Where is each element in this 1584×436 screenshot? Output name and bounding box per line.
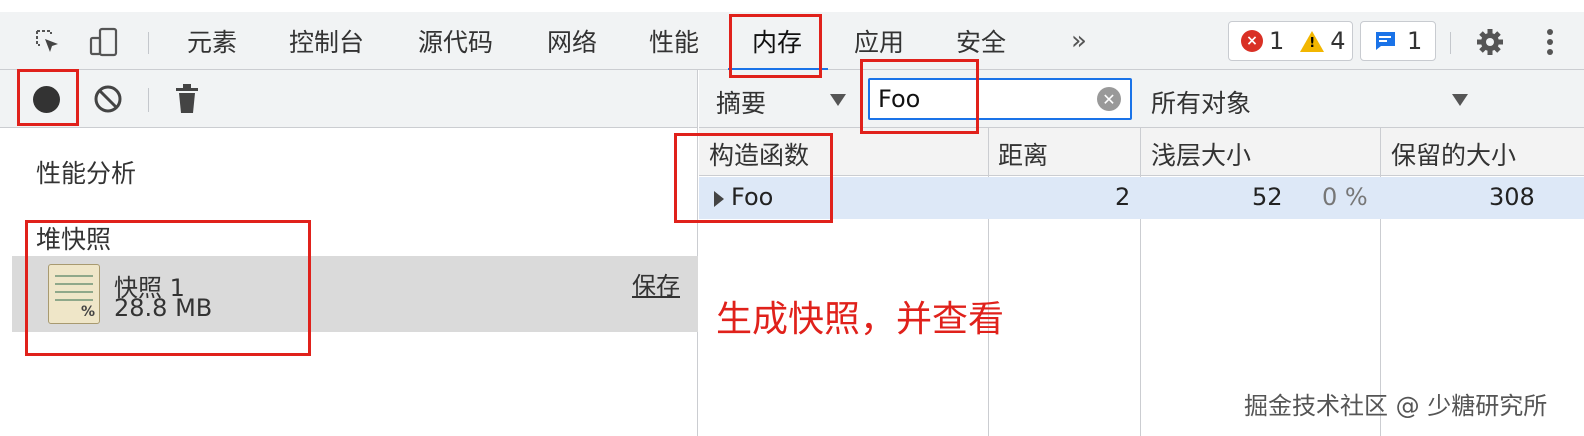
column-shallow-size[interactable]: 浅层大小	[1151, 136, 1251, 172]
column-divider	[988, 128, 989, 436]
clear-filter-icon[interactable]: ✕	[1097, 87, 1121, 111]
tab-performance[interactable]: 性能	[649, 12, 699, 70]
cell-distance: 2	[1115, 183, 1131, 211]
clear-icon[interactable]	[93, 84, 123, 118]
highlight-record-button	[17, 69, 79, 126]
column-divider	[1140, 128, 1141, 436]
annotation-text: 生成快照，并查看	[716, 299, 1005, 340]
message-icon	[1375, 32, 1395, 50]
issues-counter[interactable]: × 1 ! 4	[1228, 21, 1353, 61]
error-icon: ×	[1241, 30, 1263, 52]
watermark: 掘金技术社区 @ 少糖研究所	[1244, 392, 1548, 420]
message-count: 1	[1407, 27, 1423, 55]
cell-shallow-size: 52	[1252, 183, 1283, 211]
top-strip	[0, 0, 1584, 12]
object-filter-select[interactable]: 所有对象	[1151, 84, 1251, 120]
highlight-filter-input	[860, 59, 979, 134]
column-distance[interactable]: 距离	[998, 136, 1048, 172]
heap-snapshot-view: 摘要 ✕ 所有对象 构造函数 距离 浅层大小 保留的大小 Foo 2 52 0 …	[699, 70, 1584, 436]
warning-icon: !	[1300, 30, 1325, 52]
save-snapshot-link[interactable]: 保存	[632, 266, 680, 301]
highlight-foo-row	[674, 133, 833, 223]
warning-count: 4	[1330, 27, 1346, 55]
view-select[interactable]: 摘要	[716, 84, 766, 120]
toolbar-separator	[1450, 32, 1451, 54]
tab-elements[interactable]: 元素	[187, 12, 237, 70]
profiles-toolbar	[0, 70, 697, 128]
more-tabs-button[interactable]: »	[1071, 12, 1087, 70]
gear-icon[interactable]	[1474, 26, 1506, 58]
tab-sources[interactable]: 源代码	[418, 12, 493, 70]
device-toggle-icon[interactable]	[88, 26, 120, 58]
toolbar-separator	[148, 32, 149, 54]
chevron-down-icon	[1452, 94, 1468, 106]
column-retained-size[interactable]: 保留的大小	[1391, 136, 1516, 172]
toolbar-separator	[148, 88, 149, 112]
devtools-window: 元素 控制台 源代码 网络 性能 内存 应用 安全 » × 1 ! 4 1 性能…	[0, 0, 1584, 436]
highlight-snapshot	[25, 220, 311, 356]
chevron-down-icon	[830, 94, 846, 106]
highlight-memory-tab	[729, 14, 822, 78]
inspect-icon[interactable]	[32, 26, 64, 58]
more-vert-icon[interactable]	[1536, 26, 1564, 58]
cell-retained-size: 308	[1489, 183, 1535, 211]
trash-icon[interactable]	[174, 83, 200, 119]
snapshot-toolbar: 摘要 ✕ 所有对象	[699, 70, 1584, 128]
messages-counter[interactable]: 1	[1360, 21, 1436, 61]
tab-console[interactable]: 控制台	[289, 12, 364, 70]
cell-shallow-percent: 0 %	[1322, 183, 1368, 211]
error-count: 1	[1269, 27, 1285, 55]
profiling-heading: 性能分析	[36, 159, 137, 188]
tab-network[interactable]: 网络	[547, 12, 597, 70]
